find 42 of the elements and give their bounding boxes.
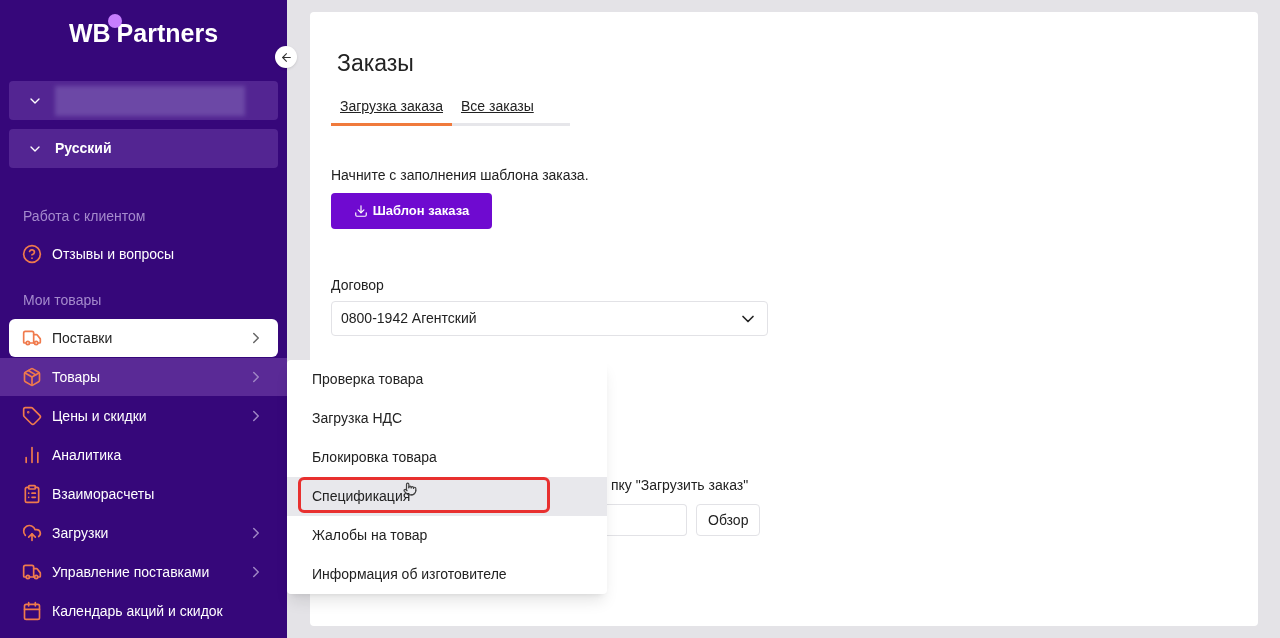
contract-select[interactable]: 0800-1942 Агентский [331, 301, 768, 336]
submenu-item[interactable]: Информация об изготовителе [287, 555, 607, 594]
box-icon [22, 367, 42, 387]
tab[interactable]: Загрузка заказа [331, 96, 452, 126]
help-icon [22, 244, 42, 264]
template-button[interactable]: Шаблон заказа [331, 193, 492, 229]
sidebar-item[interactable]: Календарь акций и скидок [0, 592, 287, 630]
download-icon [353, 204, 368, 218]
hint-text: Начните с заполнения шаблона заказа. [331, 166, 589, 185]
sidebar-item[interactable]: Взаиморасчеты [0, 475, 287, 513]
sidebar-item[interactable]: Отзывы и вопросы [0, 235, 287, 273]
submenu-item[interactable]: Блокировка товара [287, 438, 607, 477]
bar-chart-icon [22, 445, 42, 465]
language-dropdown[interactable]: Русский [9, 129, 278, 168]
clipboard-icon [22, 484, 42, 504]
arrow-left-icon [279, 50, 293, 64]
field-label: Договор [331, 276, 384, 295]
sidebar-item[interactable]: Цены и скидки [0, 397, 287, 435]
browse-button[interactable]: Обзор [696, 504, 761, 536]
group-title: Мои товары [22, 291, 103, 310]
submenu-item[interactable]: Спецификация [287, 477, 607, 516]
sidebar-item[interactable]: Аналитика [0, 436, 287, 474]
account-dropdown[interactable] [9, 81, 278, 120]
logo-text: Partners [116, 18, 219, 50]
tag-icon [22, 406, 42, 426]
submenu-item[interactable]: Загрузка НДС [287, 399, 607, 438]
calendar-icon [22, 601, 42, 621]
sidebar-item[interactable]: Управление поставками [0, 553, 287, 591]
cloud-upload-icon [22, 523, 42, 543]
sidebar-item[interactable]: Поставки [9, 319, 278, 357]
truck-icon [22, 328, 42, 348]
group-title: Работа с клиентом [22, 207, 147, 226]
page-title: Заказы [337, 49, 414, 78]
logo-text: WB [68, 18, 111, 50]
instruction-text: пку "Загрузить заказ" [611, 476, 749, 495]
sidebar-item[interactable]: Загрузки [0, 514, 287, 552]
truck-icon [22, 562, 42, 582]
collapse-button[interactable] [275, 46, 297, 68]
tab[interactable]: Все заказы [452, 96, 543, 126]
submenu-item[interactable]: Жалобы на товар [287, 516, 607, 555]
submenu-item[interactable]: Проверка товара [287, 360, 607, 399]
sidebar-item[interactable]: Товары [0, 358, 287, 396]
